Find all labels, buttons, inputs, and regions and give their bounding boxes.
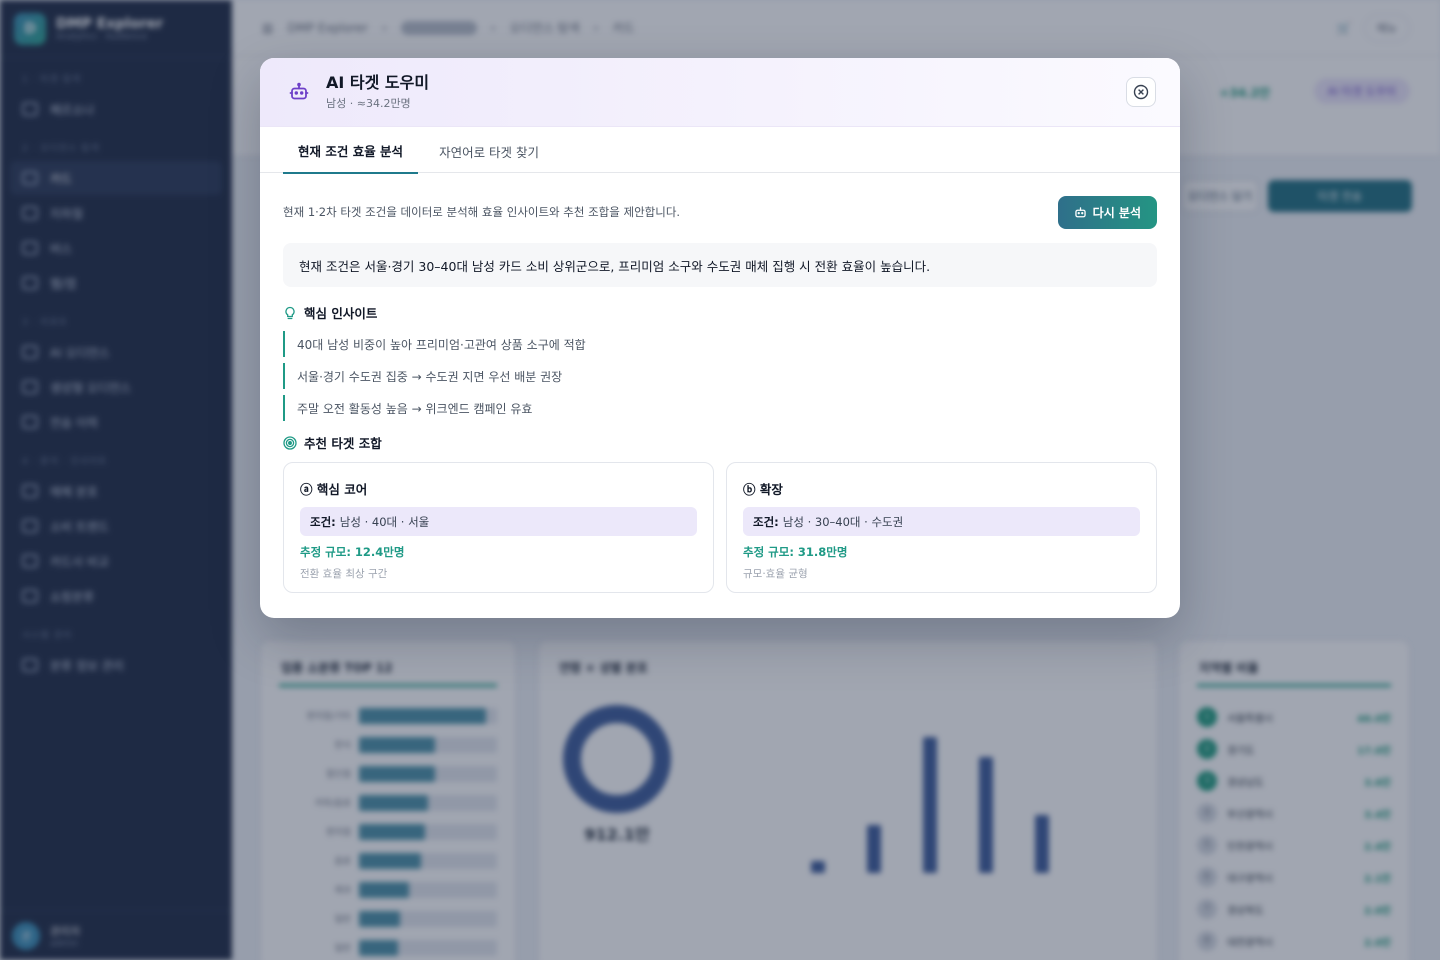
robot-icon: [1074, 206, 1086, 217]
modal-subtitle: 남성 · ≈34.2만명: [326, 97, 411, 110]
insight-item: 40대 남성 비중이 높아 프리미엄·고관여 상품 소구에 적합: [283, 331, 1157, 357]
reanalyze-label: 다시 분석: [1092, 205, 1141, 220]
combo-card-expand[interactable]: ⓑ 확장 조건: 남성 · 30–40대 · 수도권 추정 규모: 31.8만명…: [726, 462, 1157, 593]
intro-text: 현재 1·2차 타겟 조건을 데이터로 분석해 효율 인사이트와 추천 조합을 …: [283, 205, 681, 219]
robot-icon: [284, 77, 314, 107]
combo-condition: 조건: 남성 · 40대 · 서울: [300, 507, 697, 536]
combo-note: 전환 효율 최상 구간: [300, 568, 388, 580]
modal-header: AI 타겟 도우미 남성 · ≈34.2만명: [260, 58, 1180, 127]
ai-target-helper-modal: AI 타겟 도우미 남성 · ≈34.2만명 현재 조건 효율 분석 자연어로 …: [260, 58, 1180, 618]
combo-size: 추정 규모: 31.8만명: [743, 545, 848, 559]
combo-title: ⓑ 확장: [743, 482, 783, 497]
combo-card-core[interactable]: ⓐ 핵심 코어 조건: 남성 · 40대 · 서울 추정 규모: 12.4만명 …: [283, 462, 714, 593]
insight-item: 주말 오전 활동성 높음 → 위크엔드 캠페인 유효: [283, 395, 1157, 421]
combos-heading: 추천 타겟 조합: [283, 433, 1157, 452]
combo-condition-label: 조건:: [310, 514, 336, 529]
combo-condition: 조건: 남성 · 30–40대 · 수도권: [743, 507, 1140, 536]
tab-efficiency-analysis[interactable]: 현재 조건 효율 분석: [283, 128, 419, 174]
insight-list: 40대 남성 비중이 높아 프리미엄·고관여 상품 소구에 적합 서울·경기 수…: [283, 331, 1157, 421]
intro-row: 현재 1·2차 타겟 조건을 데이터로 분석해 효율 인사이트와 추천 조합을 …: [283, 173, 1157, 251]
modal-tabs: 현재 조건 효율 분석 자연어로 타겟 찾기: [260, 127, 1180, 174]
reanalyze-button[interactable]: 다시 분석: [1057, 195, 1157, 229]
insights-heading: 핵심 인사이트: [283, 303, 1157, 322]
tab-natural-language-search[interactable]: 자연어로 타겟 찾기: [424, 128, 554, 174]
combo-title: ⓐ 핵심 코어: [300, 482, 368, 497]
insights-title: 핵심 인사이트: [304, 306, 378, 321]
combo-condition-value: 남성 · 30–40대 · 수도권: [782, 514, 904, 529]
lightbulb-icon: [285, 306, 295, 319]
combo-note: 규모·효율 균형: [743, 568, 808, 580]
combo-condition-label: 조건:: [753, 514, 779, 529]
combo-condition-value: 남성 · 40대 · 서울: [339, 514, 430, 529]
close-button[interactable]: [1126, 77, 1156, 107]
combo-grid: ⓐ 핵심 코어 조건: 남성 · 40대 · 서울 추정 규모: 12.4만명 …: [283, 462, 1157, 593]
target-icon: [283, 435, 297, 450]
modal-title: AI 타겟 도우미: [326, 73, 430, 92]
analysis-summary: 현재 조건은 서울·경기 30–40대 남성 카드 소비 상위군으로, 프리미엄…: [283, 243, 1157, 287]
combos-title: 추천 타겟 조합: [304, 436, 382, 451]
modal-body: 현재 1·2차 타겟 조건을 데이터로 분석해 효율 인사이트와 추천 조합을 …: [260, 173, 1180, 593]
combo-size: 추정 규모: 12.4만명: [300, 545, 405, 559]
insight-item: 서울·경기 수도권 집중 → 수도권 지면 우선 배분 권장: [283, 363, 1157, 389]
close-icon: [1133, 84, 1149, 100]
